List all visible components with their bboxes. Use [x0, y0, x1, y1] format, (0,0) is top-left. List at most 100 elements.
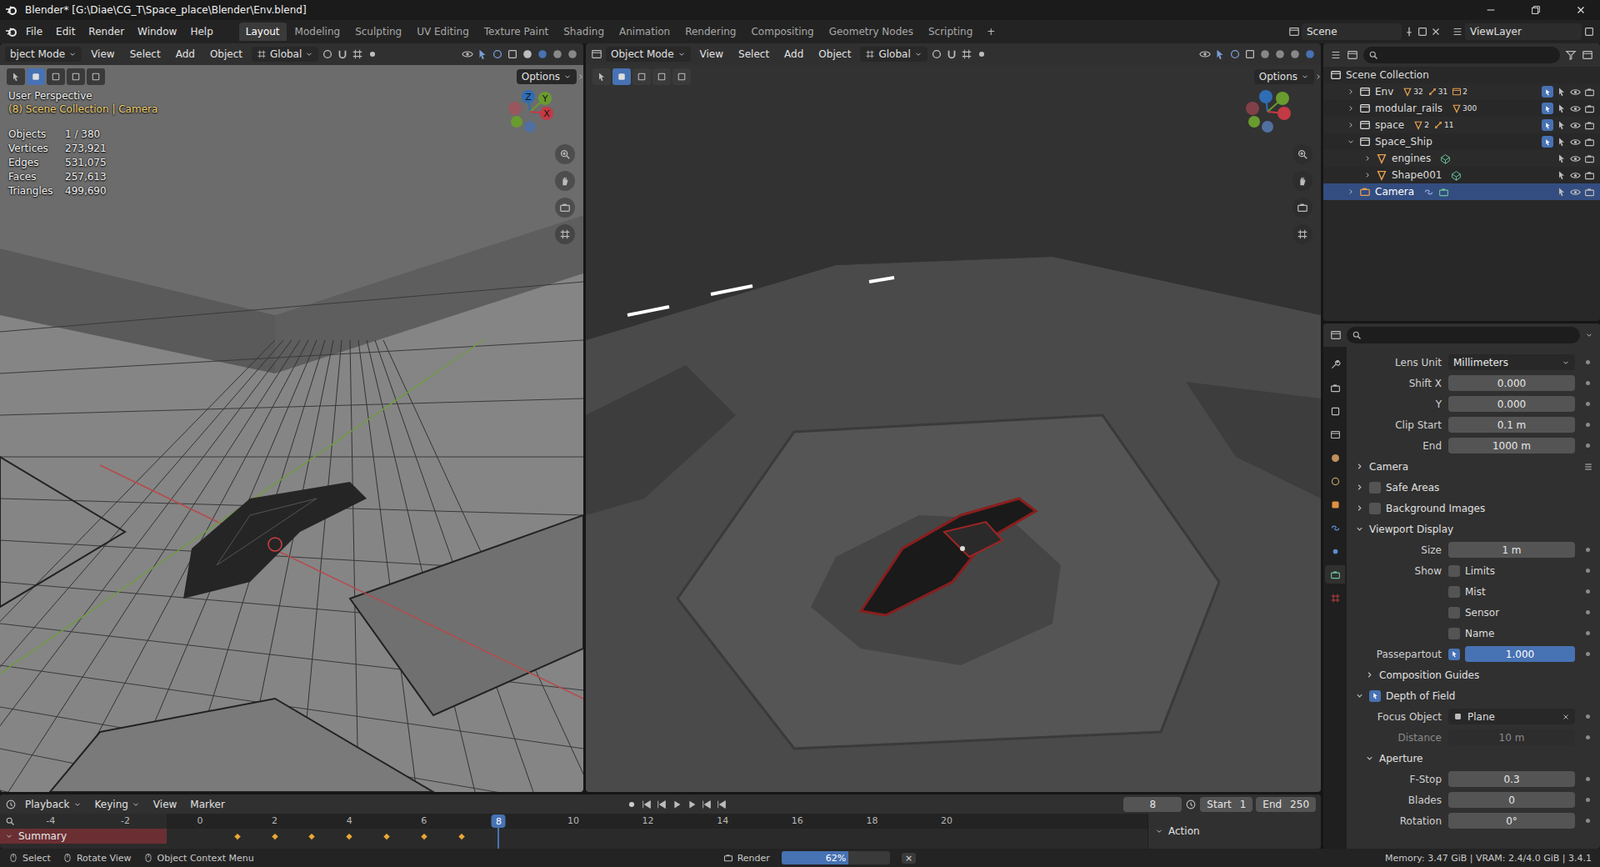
keyframe-decorator[interactable]: [1585, 735, 1590, 740]
restore-button[interactable]: [1516, 0, 1555, 20]
keyframe-decorator[interactable]: [1585, 610, 1590, 615]
outliner-row[interactable]: modular_rails300: [1323, 100, 1600, 117]
visibility-icon[interactable]: [1570, 170, 1581, 181]
tool-button[interactable]: [86, 68, 105, 85]
snap-target-icon[interactable]: [351, 48, 364, 60]
outliner-search[interactable]: [1363, 46, 1560, 64]
overlay-icon[interactable]: [1229, 48, 1241, 60]
gizmo-toggle-icon[interactable]: [476, 48, 489, 60]
number-field[interactable]: 0.3: [1448, 770, 1575, 787]
number-field[interactable]: 1 m: [1448, 541, 1575, 558]
visibility-icon[interactable]: [1570, 120, 1581, 131]
clear-icon[interactable]: [1561, 712, 1570, 721]
scene-icon[interactable]: [1288, 25, 1300, 38]
visibility-icon[interactable]: [1570, 153, 1581, 165]
visibility-icon[interactable]: [1199, 48, 1211, 60]
property-tab[interactable]: [1325, 471, 1345, 490]
blender-menu-icon[interactable]: [5, 25, 19, 39]
render-visibility-icon[interactable]: [1584, 153, 1595, 165]
jump-end-icon[interactable]: [715, 798, 728, 810]
shading-wire-icon[interactable]: [521, 48, 534, 60]
viewport-menu-item[interactable]: Add: [170, 45, 201, 63]
outliner-row[interactable]: Scene Collection: [1323, 66, 1600, 84]
workspace-tab[interactable]: Geometry Nodes: [822, 22, 920, 41]
timeline-menu[interactable]: Keying: [90, 796, 145, 812]
keyframe-decorator[interactable]: [1585, 422, 1590, 427]
tool-button[interactable]: [66, 68, 85, 85]
keyframe-decorator[interactable]: [1585, 714, 1590, 719]
mode-dropdown[interactable]: bject Mode: [5, 46, 82, 62]
property-tab[interactable]: [1325, 541, 1345, 560]
property-tab[interactable]: [1325, 378, 1345, 397]
menu-item[interactable]: Help: [184, 23, 219, 40]
visibility-icon[interactable]: [1570, 86, 1581, 98]
workspace-tab[interactable]: Texture Paint: [477, 22, 555, 41]
options-icon[interactable]: [1585, 330, 1594, 340]
keyframe-icon[interactable]: [232, 831, 242, 841]
viewport-canvas[interactable]: Options: [585, 65, 1321, 792]
number-field[interactable]: 0.1 m: [1448, 416, 1575, 433]
menu-item[interactable]: Window: [131, 23, 183, 40]
close-button[interactable]: [1561, 0, 1600, 20]
shading-solid-icon[interactable]: [536, 48, 549, 60]
ortho-button[interactable]: [1292, 224, 1313, 245]
tool-button[interactable]: [672, 68, 691, 85]
expanded-icon[interactable]: [1346, 137, 1355, 146]
mode-dropdown[interactable]: Object Mode: [605, 46, 691, 62]
end-frame-field[interactable]: End250: [1255, 796, 1316, 812]
workspace-tab[interactable]: Modeling: [288, 22, 348, 41]
sidebar-toggle[interactable]: [1314, 71, 1321, 84]
collapsed-icon[interactable]: [1346, 120, 1355, 130]
playhead[interactable]: 8: [491, 814, 506, 828]
viewport-menu-item[interactable]: Object: [812, 45, 857, 63]
record-icon[interactable]: [625, 798, 638, 810]
checkbox-field[interactable]: Name: [1448, 627, 1575, 640]
shading-wire-icon[interactable]: [1259, 48, 1271, 60]
number-field[interactable]: 1000 m: [1448, 437, 1575, 454]
panel-header[interactable]: Background Images: [1355, 497, 1594, 519]
panel-checkbox[interactable]: [1369, 690, 1381, 702]
collapsed-icon[interactable]: [1346, 104, 1355, 113]
collapsed-icon[interactable]: [1363, 170, 1372, 180]
render-visibility-icon[interactable]: [1584, 120, 1595, 131]
viewport-menu-item[interactable]: Select: [124, 45, 167, 63]
property-tab[interactable]: [1325, 518, 1345, 537]
display-mode-icon[interactable]: [1346, 49, 1359, 61]
menu-item[interactable]: File: [20, 23, 49, 40]
selectable-icon[interactable]: [1556, 120, 1567, 130]
current-frame-field[interactable]: 8: [1123, 796, 1182, 812]
outliner-row[interactable]: Camera: [1323, 183, 1600, 200]
overlay-icon[interactable]: [491, 48, 504, 60]
checkbox[interactable]: [1448, 606, 1460, 619]
render-visibility-icon[interactable]: [1584, 186, 1595, 198]
keyframe-decorator[interactable]: [1585, 568, 1590, 573]
keyframe-icon[interactable]: [345, 831, 355, 841]
keyframe-decorator[interactable]: [1585, 401, 1590, 406]
render-visibility-icon[interactable]: [1584, 136, 1595, 148]
timeline-menu[interactable]: Marker: [185, 796, 230, 812]
pivot-icon[interactable]: [930, 48, 943, 60]
number-field[interactable]: 0°: [1448, 812, 1575, 829]
clock-icon[interactable]: [1185, 798, 1197, 810]
menu-item[interactable]: Edit: [50, 23, 81, 40]
tool-button[interactable]: [652, 68, 671, 85]
viewport[interactable]: Object ModeViewSelectAddObjectGlobalOpti…: [585, 43, 1321, 792]
zoom-button[interactable]: [555, 144, 575, 165]
property-tab[interactable]: [1325, 565, 1345, 584]
cancel-job-button[interactable]: ×: [901, 852, 916, 864]
viewport-menu-item[interactable]: View: [85, 45, 120, 63]
property-tab[interactable]: [1325, 401, 1345, 420]
collapsed-icon[interactable]: [1346, 87, 1355, 96]
panel-header[interactable]: Depth of Field: [1355, 685, 1594, 706]
pivot-icon[interactable]: [321, 48, 334, 60]
shading-material-icon[interactable]: [551, 48, 564, 60]
camera-view-button[interactable]: [1292, 197, 1313, 218]
shading-solid-icon[interactable]: [1274, 48, 1286, 60]
keyframe-decorator[interactable]: [1585, 797, 1590, 802]
viewport-canvas[interactable]: OptionsUser Perspective(8) Scene Collect…: [0, 65, 584, 792]
proportional-icon[interactable]: [366, 48, 379, 60]
tool-button[interactable]: [6, 68, 25, 85]
checkbox[interactable]: [1448, 565, 1460, 577]
collapsed-icon[interactable]: [1346, 187, 1355, 196]
exclude-checkbox[interactable]: [1541, 85, 1554, 98]
